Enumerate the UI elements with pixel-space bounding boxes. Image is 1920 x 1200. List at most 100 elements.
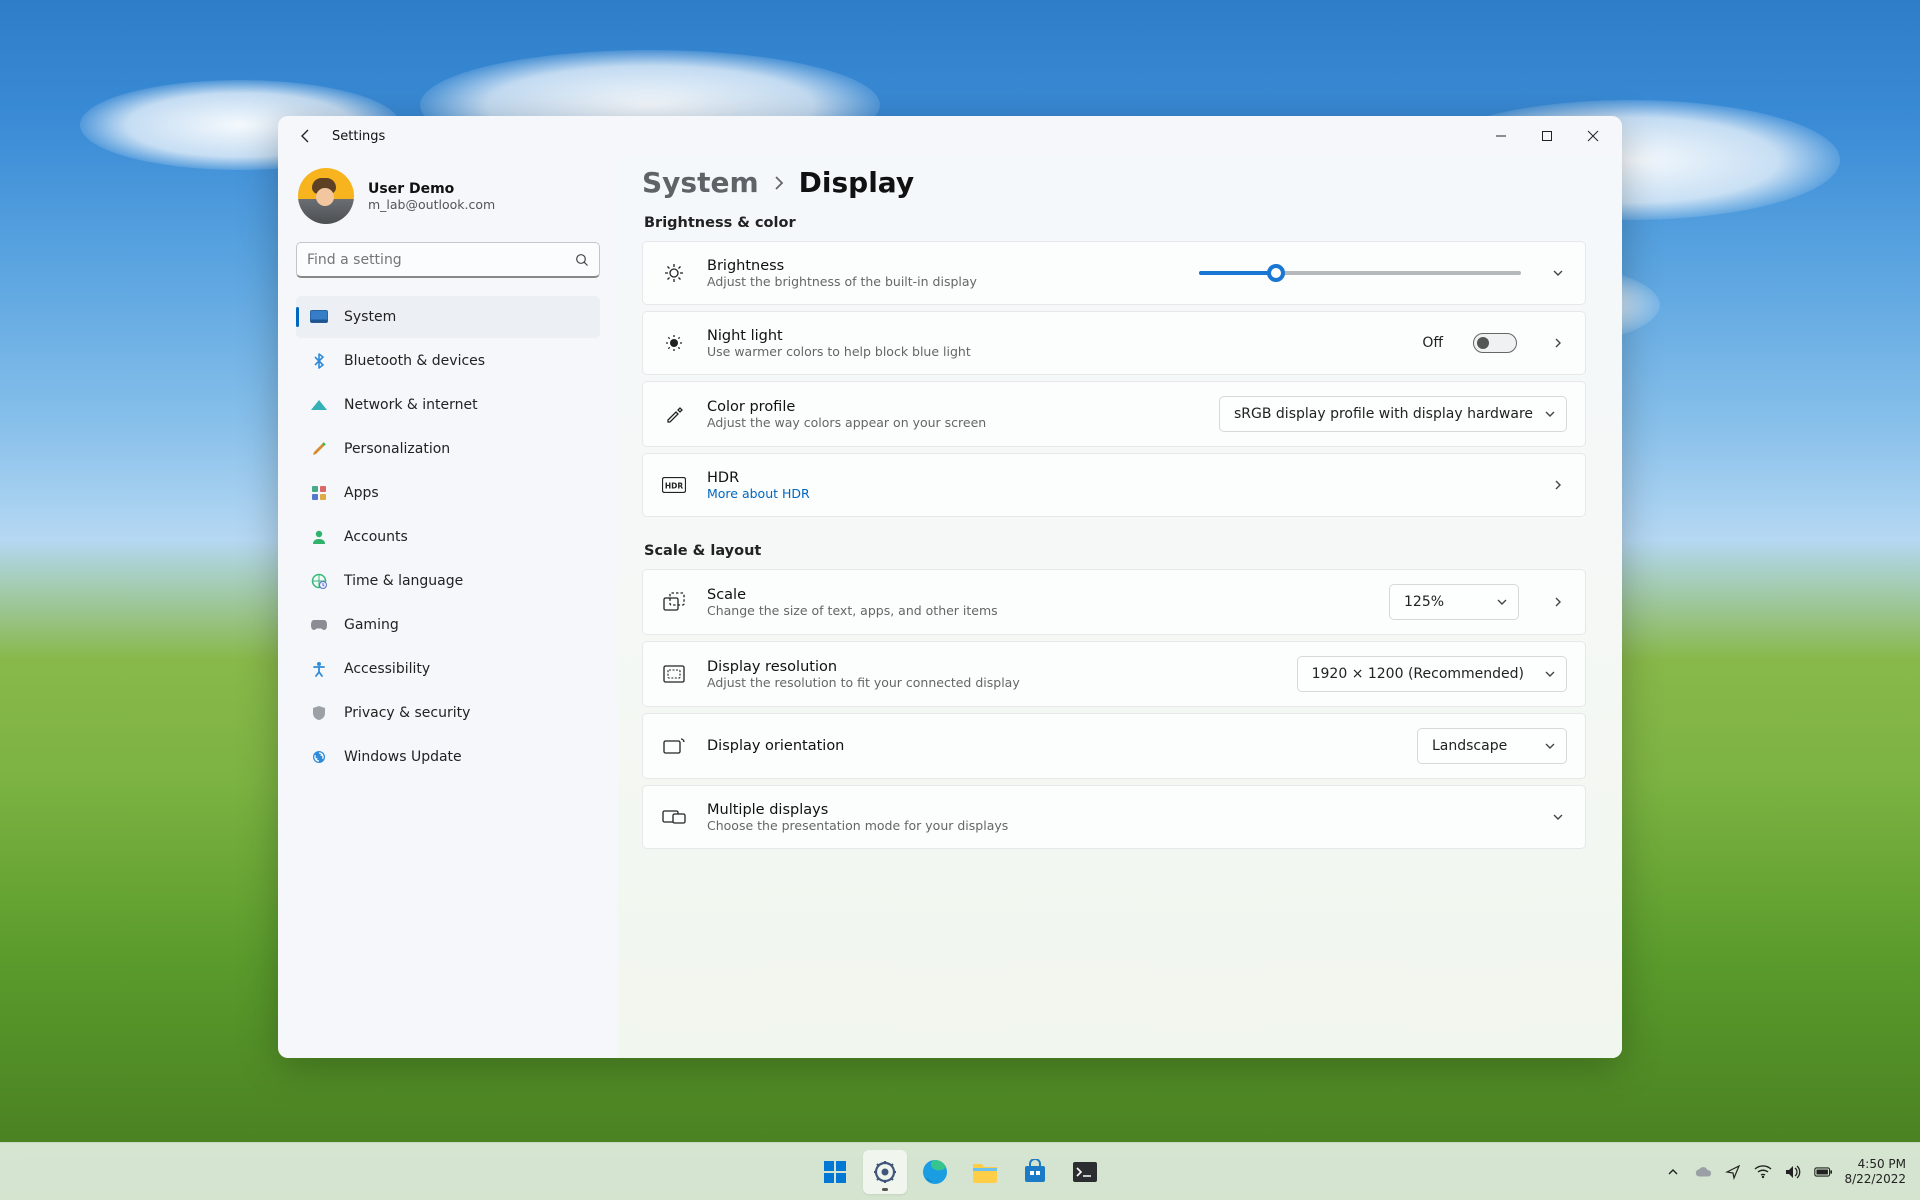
nav-system[interactable]: System (296, 296, 600, 338)
scale-icon (661, 592, 687, 612)
nav-personalization[interactable]: Personalization (296, 428, 600, 470)
search-icon (575, 253, 589, 267)
night-light-state: Off (1422, 335, 1443, 351)
tray-overflow-icon[interactable] (1664, 1163, 1682, 1181)
night-light-icon (661, 332, 687, 354)
maximize-button[interactable] (1524, 120, 1570, 152)
resolution-icon (661, 665, 687, 683)
brightness-slider[interactable] (1199, 271, 1521, 275)
taskbar-store[interactable] (1013, 1150, 1057, 1194)
nav-network[interactable]: Network & internet (296, 384, 600, 426)
globe-clock-icon (310, 572, 328, 590)
close-button[interactable] (1570, 120, 1616, 152)
search-input[interactable] (307, 252, 575, 268)
night-light-toggle[interactable] (1473, 333, 1517, 353)
breadcrumb: System Display (642, 166, 1586, 199)
resolution-label: Display resolution (707, 659, 1020, 675)
tray-date: 8/22/2022 (1844, 1172, 1906, 1187)
nav-time-language[interactable]: Time & language (296, 560, 600, 602)
nav-label: Accounts (344, 529, 408, 545)
brightness-sub: Adjust the brightness of the built-in di… (707, 274, 977, 289)
location-icon[interactable] (1724, 1163, 1742, 1181)
nav-label: Network & internet (344, 397, 478, 413)
content: System Display Brightness & color Bright… (618, 156, 1622, 1058)
resolution-dropdown[interactable]: 1920 × 1200 (Recommended) (1297, 656, 1567, 692)
accessibility-icon (310, 660, 328, 678)
profile[interactable]: User Demo m_lab@outlook.com (296, 164, 600, 242)
nav-label: Bluetooth & devices (344, 353, 485, 369)
night-light-sub: Use warmer colors to help block blue lig… (707, 344, 971, 359)
color-profile-dropdown[interactable]: sRGB display profile with display hardwa… (1219, 396, 1567, 432)
scale-dropdown[interactable]: 125% (1389, 584, 1519, 620)
profile-email: m_lab@outlook.com (368, 197, 495, 212)
color-profile-sub: Adjust the way colors appear on your scr… (707, 415, 986, 430)
resolution-card[interactable]: Display resolution Adjust the resolution… (642, 641, 1586, 707)
orientation-card[interactable]: Display orientation Landscape (642, 713, 1586, 779)
expand-button[interactable] (1549, 811, 1567, 823)
start-button[interactable] (813, 1150, 857, 1194)
titlebar: Settings (278, 116, 1622, 156)
nav-label: Apps (344, 485, 379, 501)
search-box[interactable] (296, 242, 600, 278)
tray-clock[interactable]: 4:50 PM 8/22/2022 (1844, 1157, 1906, 1187)
nav-accounts[interactable]: Accounts (296, 516, 600, 558)
nav-accessibility[interactable]: Accessibility (296, 648, 600, 690)
chevron-right-icon[interactable] (1549, 479, 1567, 491)
nav-bluetooth[interactable]: Bluetooth & devices (296, 340, 600, 382)
nav-label: Time & language (344, 573, 463, 589)
update-icon (310, 748, 328, 766)
paintbrush-icon (310, 440, 328, 458)
taskbar-terminal[interactable] (1063, 1150, 1107, 1194)
desktop: Settings User Demo m_lab@outlook.com (0, 0, 1920, 1200)
nav: System Bluetooth & devices Network & int… (296, 296, 600, 778)
battery-icon[interactable] (1814, 1163, 1832, 1181)
eyedropper-icon (661, 404, 687, 424)
color-profile-label: Color profile (707, 399, 986, 415)
taskbar-settings[interactable] (863, 1150, 907, 1194)
scale-sub: Change the size of text, apps, and other… (707, 603, 998, 618)
chevron-right-icon[interactable] (1549, 337, 1567, 349)
avatar (298, 168, 354, 224)
taskbar-explorer[interactable] (963, 1150, 1007, 1194)
dropdown-value: 125% (1404, 594, 1444, 610)
section-scale-title: Scale & layout (644, 543, 1586, 559)
volume-icon[interactable] (1784, 1163, 1802, 1181)
onedrive-icon[interactable] (1694, 1163, 1712, 1181)
expand-button[interactable] (1549, 267, 1567, 279)
back-button[interactable] (288, 118, 324, 154)
color-profile-card[interactable]: Color profile Adjust the way colors appe… (642, 381, 1586, 447)
hdr-card[interactable]: HDR HDR More about HDR (642, 453, 1586, 517)
gamepad-icon (310, 616, 328, 634)
breadcrumb-parent[interactable]: System (642, 166, 759, 199)
scale-card[interactable]: Scale Change the size of text, apps, and… (642, 569, 1586, 635)
nav-privacy[interactable]: Privacy & security (296, 692, 600, 734)
nav-label: Windows Update (344, 749, 462, 765)
multiple-displays-icon (661, 808, 687, 826)
nav-update[interactable]: Windows Update (296, 736, 600, 778)
minimize-button[interactable] (1478, 120, 1524, 152)
night-light-card[interactable]: Night light Use warmer colors to help bl… (642, 311, 1586, 375)
multiple-displays-label: Multiple displays (707, 802, 1008, 818)
window-title: Settings (332, 129, 385, 144)
nav-label: Privacy & security (344, 705, 470, 721)
settings-window: Settings User Demo m_lab@outlook.com (278, 116, 1622, 1058)
orientation-dropdown[interactable]: Landscape (1417, 728, 1567, 764)
taskbar-edge[interactable] (913, 1150, 957, 1194)
nav-gaming[interactable]: Gaming (296, 604, 600, 646)
dropdown-value: Landscape (1432, 738, 1507, 754)
chevron-right-icon[interactable] (1549, 596, 1567, 608)
hdr-link[interactable]: More about HDR (707, 486, 810, 501)
taskbar-center (813, 1150, 1107, 1194)
display-icon (310, 308, 328, 326)
chevron-right-icon (773, 176, 785, 190)
multiple-displays-card[interactable]: Multiple displays Choose the presentatio… (642, 785, 1586, 849)
breadcrumb-current: Display (799, 166, 914, 199)
orientation-label: Display orientation (707, 738, 844, 754)
orientation-icon (661, 737, 687, 755)
nav-apps[interactable]: Apps (296, 472, 600, 514)
brightness-card[interactable]: Brightness Adjust the brightness of the … (642, 241, 1586, 305)
multiple-displays-sub: Choose the presentation mode for your di… (707, 818, 1008, 833)
section-brightness-title: Brightness & color (644, 215, 1586, 231)
bluetooth-icon (310, 352, 328, 370)
wifi-tray-icon[interactable] (1754, 1163, 1772, 1181)
